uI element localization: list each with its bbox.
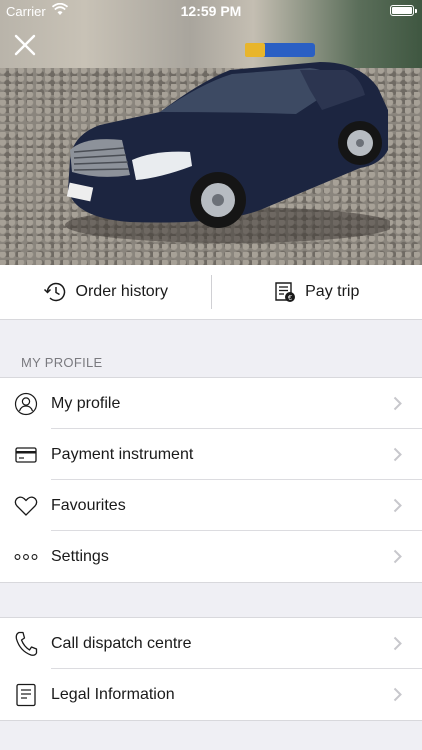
history-clock-icon	[43, 282, 65, 302]
credit-card-icon	[13, 442, 39, 468]
chevron-right-icon	[393, 549, 402, 564]
chevron-right-icon	[393, 687, 402, 702]
status-bar: Carrier 12:59 PM	[0, 0, 422, 22]
menu-item-favourites[interactable]: Favourites	[0, 479, 422, 531]
support-menu-group: Call dispatch centre Legal Information	[0, 617, 422, 721]
clock: 12:59 PM	[180, 3, 242, 19]
pay-trip-label: Pay trip	[305, 283, 360, 300]
chevron-right-icon	[393, 498, 402, 513]
user-icon	[13, 391, 39, 417]
document-icon	[13, 682, 39, 708]
section-header-my-profile: MY PROFILE	[21, 355, 103, 370]
receipt-icon: €	[275, 282, 296, 302]
order-history-label: Order history	[75, 283, 168, 300]
hero-photo	[0, 0, 422, 265]
chevron-right-icon	[393, 396, 402, 411]
menu-item-label: Settings	[51, 547, 109, 565]
menu-item-label: Call dispatch centre	[51, 634, 192, 652]
heart-icon	[13, 493, 39, 519]
chevron-right-icon	[393, 636, 402, 651]
close-icon[interactable]	[10, 30, 40, 60]
chevron-right-icon	[393, 447, 402, 462]
menu-item-legal-information[interactable]: Legal Information	[0, 668, 422, 720]
menu-item-my-profile[interactable]: My profile	[0, 378, 422, 429]
menu-item-call-dispatch[interactable]: Call dispatch centre	[0, 618, 422, 669]
action-bar: Order history € Pay trip	[0, 265, 422, 320]
svg-text:€: €	[288, 295, 292, 302]
order-history-button[interactable]: Order history	[0, 265, 211, 319]
battery-icon	[390, 5, 417, 16]
menu-item-label: Favourites	[51, 496, 126, 514]
taxi-car-image	[65, 43, 390, 243]
menu-item-label: Payment instrument	[51, 445, 194, 463]
menu-item-payment-instrument[interactable]: Payment instrument	[0, 428, 422, 480]
menu-item-settings[interactable]: Settings	[0, 530, 422, 582]
phone-icon	[13, 631, 39, 657]
pay-trip-button[interactable]: € Pay trip	[212, 265, 422, 319]
profile-menu-group: My profile Payment instrument Favourites	[0, 377, 422, 583]
more-dots-icon	[13, 544, 39, 570]
menu-item-label: Legal Information	[51, 685, 175, 703]
menu-item-label: My profile	[51, 394, 121, 412]
